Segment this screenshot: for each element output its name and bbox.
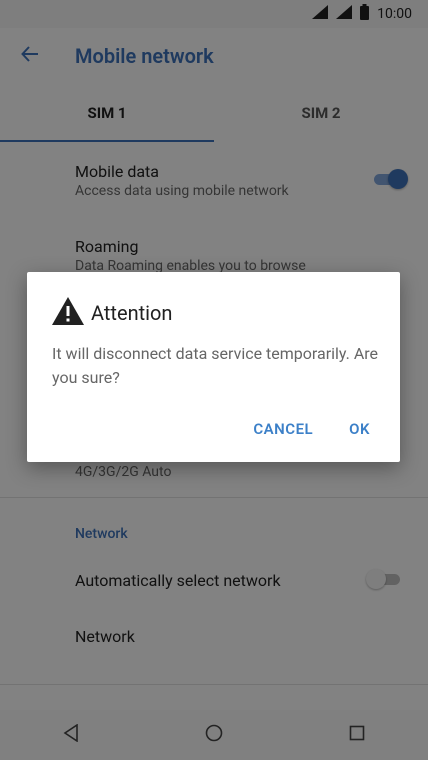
- attention-dialog: Attention It will disconnect data servic…: [27, 272, 400, 462]
- dialog-actions: CANCEL OK: [247, 416, 376, 442]
- dialog-message: It will disconnect data service temporar…: [52, 344, 379, 387]
- dialog-header: Attention: [51, 296, 172, 330]
- dialog-title: Attention: [91, 301, 173, 325]
- ok-button[interactable]: OK: [343, 416, 376, 442]
- warning-icon: [51, 296, 85, 330]
- cancel-button[interactable]: CANCEL: [247, 416, 319, 442]
